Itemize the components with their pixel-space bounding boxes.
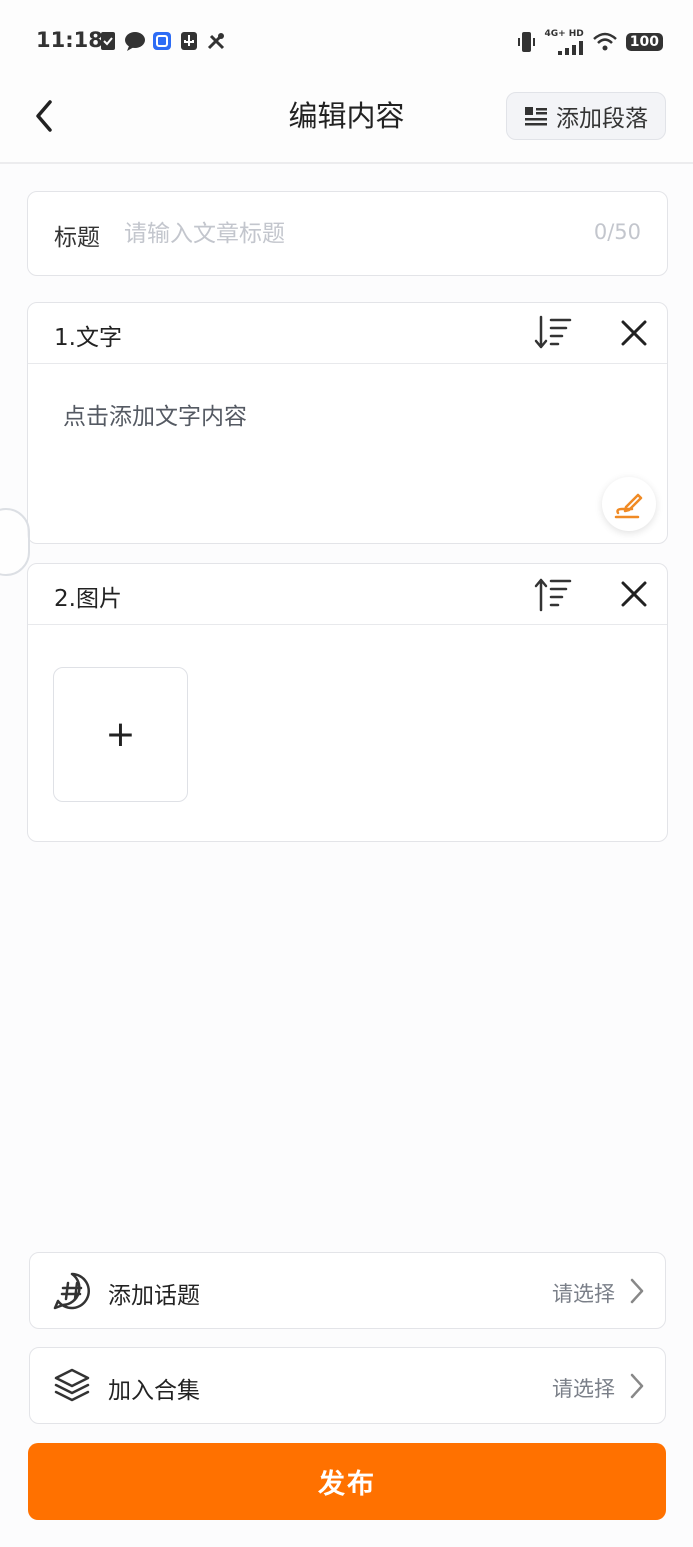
status-time: 11:18 — [36, 28, 103, 52]
collection-value: 请选择 — [552, 1377, 615, 1401]
handwriting-button[interactable] — [602, 477, 656, 531]
section-header: 2.图片 — [28, 564, 667, 625]
wifi-icon — [592, 32, 617, 51]
close-icon[interactable] — [618, 317, 650, 349]
status-bar: 11:18 4G+ HD 100 — [0, 0, 693, 84]
add-topic-row[interactable]: 添加话题 请选择 — [29, 1252, 666, 1329]
app-badge-icon — [153, 32, 171, 50]
topic-label: 添加话题 — [108, 1283, 200, 1309]
shield-check-icon — [101, 32, 115, 50]
topic-value: 请选择 — [552, 1282, 615, 1306]
nav-bar: 编辑内容 添加段落 — [0, 84, 693, 164]
plus-icon: + — [105, 714, 136, 755]
hashtag-bubble-icon — [53, 1272, 90, 1310]
image-section: 2.图片 + — [27, 563, 668, 842]
network-label: 4G+ HD — [544, 28, 584, 39]
signal-group: 4G+ HD — [544, 28, 584, 55]
sort-down-icon[interactable] — [533, 315, 573, 351]
usb-icon — [181, 32, 197, 50]
text-section: 1.文字 点击添加文字内容 — [27, 302, 668, 544]
title-label: 标题 — [54, 225, 100, 251]
tools-icon — [207, 33, 225, 50]
text-content-placeholder[interactable]: 点击添加文字内容 — [63, 397, 247, 431]
title-field: 标题 0/50 — [27, 191, 668, 276]
add-to-collection-row[interactable]: 加入合集 请选择 — [29, 1347, 666, 1424]
title-input[interactable] — [124, 212, 564, 256]
pen-icon — [614, 493, 643, 519]
close-icon[interactable] — [618, 578, 650, 610]
chevron-right-icon — [630, 1373, 644, 1399]
list-icon — [525, 107, 547, 126]
status-right: 4G+ HD 100 — [516, 28, 663, 56]
battery-icon: 100 — [625, 33, 663, 51]
publish-button[interactable]: 发布 — [28, 1443, 666, 1520]
chevron-right-icon — [630, 1278, 644, 1304]
add-paragraph-label: 添加段落 — [556, 106, 648, 132]
section-title: 2.图片 — [54, 586, 122, 612]
section-header: 1.文字 — [28, 303, 667, 364]
chat-bubble-icon — [125, 32, 145, 51]
signal-icon — [557, 40, 583, 55]
floating-assistant-bubble[interactable] — [0, 508, 30, 576]
add-image-button[interactable]: + — [53, 667, 188, 802]
section-title: 1.文字 — [54, 325, 122, 351]
title-counter: 0/50 — [593, 220, 641, 244]
vibrate-icon — [518, 32, 536, 52]
sort-up-icon[interactable] — [533, 576, 573, 612]
add-paragraph-button[interactable]: 添加段落 — [506, 92, 666, 140]
layers-icon — [54, 1368, 90, 1402]
collection-label: 加入合集 — [108, 1378, 200, 1404]
